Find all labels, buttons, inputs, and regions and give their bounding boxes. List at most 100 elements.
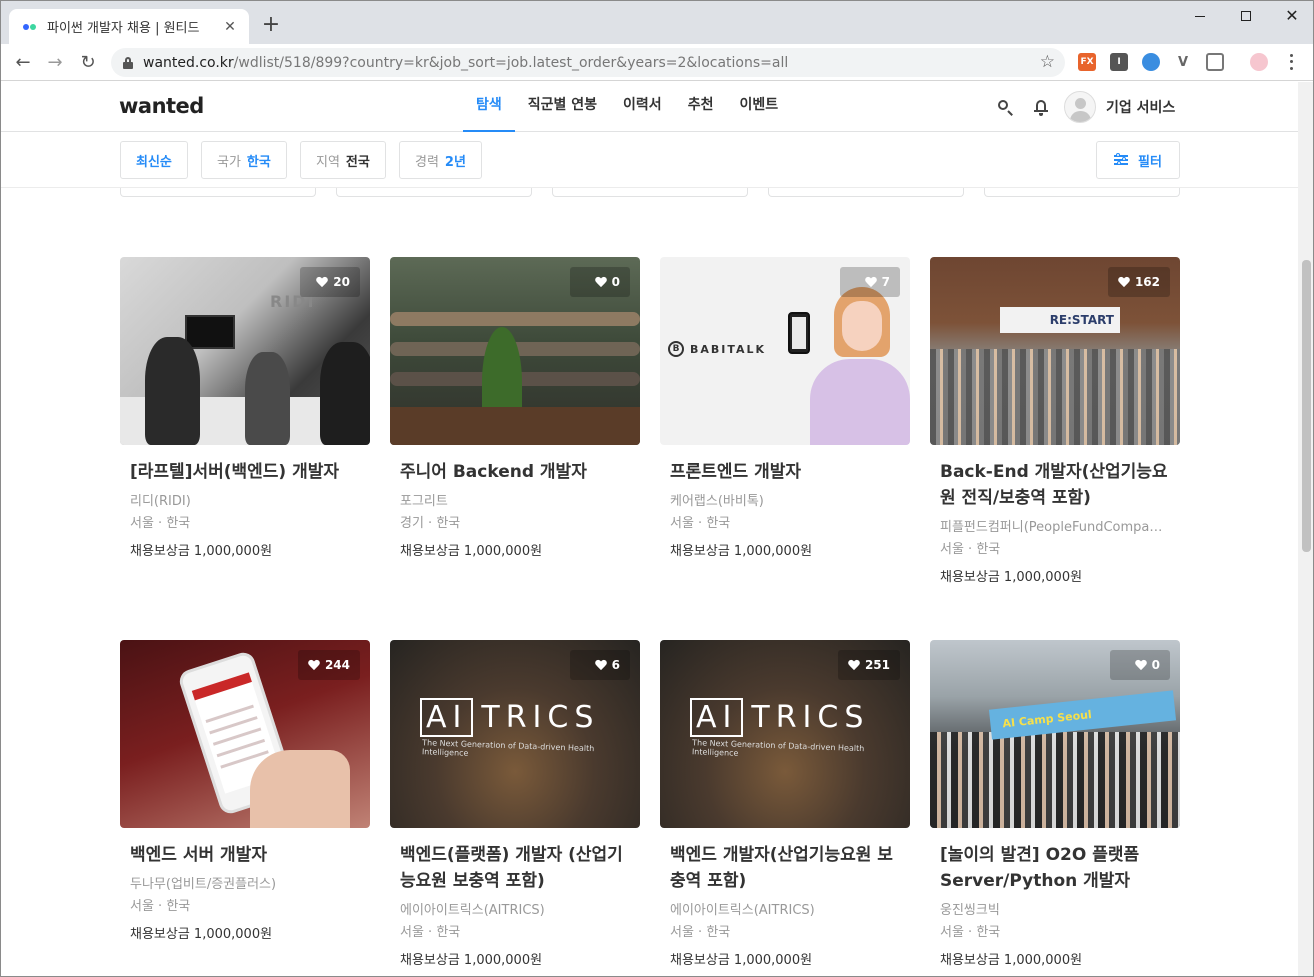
- aitrics-logo: AI TRICS: [690, 698, 869, 737]
- profile-avatar-icon[interactable]: [1250, 53, 1268, 71]
- like-count: 0: [1151, 658, 1160, 672]
- job-card[interactable]: 0 주니어 Backend 개발자 포그리트 경기 · 한국 채용보상금 1,0…: [390, 257, 640, 561]
- reload-button[interactable]: ↻: [76, 50, 100, 74]
- close-tab-icon[interactable]: ✕: [221, 19, 239, 35]
- extension-globe-icon[interactable]: [1142, 53, 1160, 71]
- nav-resume[interactable]: 이력서: [610, 82, 675, 132]
- extension-fx-icon[interactable]: FX: [1078, 53, 1096, 71]
- tag-stub[interactable]: [552, 188, 748, 197]
- like-badge[interactable]: 0: [570, 267, 630, 297]
- tag-stub[interactable]: [336, 188, 532, 197]
- job-card[interactable]: AI Camp Seoul 0 [놀이의 발견] O2O 플랫폼 Server/…: [930, 640, 1180, 970]
- job-card[interactable]: AI TRICS The Next Generation of Data-driv…: [660, 640, 910, 970]
- heart-icon: [848, 660, 860, 671]
- heart-icon: [308, 660, 320, 671]
- tag-stub[interactable]: [984, 188, 1180, 197]
- heart-icon: [865, 277, 877, 288]
- url-path: /wdlist/518/899?country=kr&job_sort=job.…: [233, 54, 789, 71]
- address-bar[interactable]: wanted.co.kr/wdlist/518/899?country=kr&j…: [111, 48, 1065, 77]
- url-host: wanted.co.kr: [143, 54, 234, 71]
- career-label: 경력: [415, 154, 439, 170]
- filter-button[interactable]: 필터: [1096, 141, 1180, 179]
- like-count: 7: [881, 275, 890, 289]
- career-filter[interactable]: 경력 2년: [399, 141, 482, 179]
- like-badge[interactable]: 20: [300, 267, 360, 297]
- like-badge[interactable]: 244: [297, 650, 360, 680]
- job-reward: 채용보상금 1,000,000원: [400, 544, 543, 559]
- like-badge[interactable]: 0: [1110, 650, 1170, 680]
- job-location: 경기 · 한국: [400, 516, 461, 531]
- company-name: 포그리트: [400, 494, 448, 509]
- job-location: 서울 · 한국: [670, 925, 731, 940]
- bookmark-star-icon[interactable]: ☆: [1040, 52, 1055, 72]
- job-card[interactable]: AI TRICS The Next Generation of Data-driv…: [390, 640, 640, 970]
- sort-button[interactable]: 최신순: [120, 141, 188, 179]
- nav-recommend[interactable]: 추천: [675, 82, 727, 132]
- job-card[interactable]: B BABITALK 7 프론트엔드 개발자 케어랩스(바비톡) 서울 · 한국 …: [660, 257, 910, 561]
- job-title: [놀이의 발견] O2O 플랫폼 Server/Python 개발자: [940, 845, 1140, 891]
- company-name: 두나무(업비트/증권플러스): [130, 877, 277, 892]
- job-reward: 채용보상금 1,000,000원: [130, 927, 273, 942]
- country-label: 국가: [217, 154, 241, 170]
- job-thumbnail: AI TRICS The Next Generation of Data-driv…: [660, 640, 910, 828]
- job-reward: 채용보상금 1,000,000원: [670, 544, 813, 559]
- region-filter[interactable]: 지역 전국: [300, 141, 386, 179]
- job-reward: 채용보상금 1,000,000원: [670, 953, 813, 968]
- like-badge[interactable]: 162: [1107, 267, 1170, 297]
- like-count: 251: [864, 658, 890, 672]
- wanted-logo[interactable]: wanted: [119, 94, 204, 118]
- extension-v-icon[interactable]: V: [1174, 53, 1192, 71]
- heart-icon: [595, 660, 607, 671]
- browser-window: 파이썬 개발자 채용 | 원티드 ✕ + ✕ ← → ↻ wanted.co.k…: [0, 0, 1314, 977]
- minimize-button[interactable]: [1177, 1, 1223, 31]
- extension-cast-icon[interactable]: [1206, 53, 1224, 71]
- bell-icon[interactable]: [1032, 98, 1050, 116]
- job-title: [라프텔]서버(백엔드) 개발자: [130, 462, 340, 482]
- job-location: 서울 · 한국: [670, 516, 731, 531]
- scrollbar-thumb[interactable]: [1302, 260, 1311, 552]
- country-filter[interactable]: 국가 한국: [201, 141, 287, 179]
- browser-tab[interactable]: 파이썬 개발자 채용 | 원티드 ✕: [9, 9, 249, 44]
- browser-menu-icon[interactable]: [1285, 52, 1297, 72]
- filter-label: 필터: [1138, 154, 1162, 170]
- business-service-link[interactable]: 기업 서비스: [1106, 97, 1175, 117]
- job-title: 백엔드 개발자(산업기능요원 보충역 포함): [670, 845, 893, 891]
- wanted-favicon-icon: [23, 19, 39, 35]
- tag-stub[interactable]: [120, 188, 316, 197]
- job-thumbnail: B BABITALK 7: [660, 257, 910, 445]
- nav-events[interactable]: 이벤트: [726, 82, 791, 132]
- nav-explore[interactable]: 탐색: [463, 82, 515, 132]
- aitrics-tagline: The Next Generation of Data-driven Healt…: [691, 738, 865, 758]
- like-count: 162: [1134, 275, 1160, 289]
- aitrics-logo: AI TRICS: [420, 698, 599, 737]
- maximize-button[interactable]: [1223, 1, 1269, 31]
- like-badge[interactable]: 251: [837, 650, 900, 680]
- company-name: 웅진씽크빅: [940, 903, 1000, 918]
- header-actions: 기업 서비스: [996, 82, 1175, 132]
- like-badge[interactable]: 7: [840, 267, 900, 297]
- like-badge[interactable]: 6: [570, 650, 630, 680]
- forward-button[interactable]: →: [43, 50, 67, 74]
- search-icon[interactable]: [996, 98, 1014, 116]
- filter-bar: 최신순 국가 한국 지역 전국 경력 2년 필터: [1, 132, 1298, 188]
- close-window-button[interactable]: ✕: [1269, 1, 1313, 31]
- company-name: 리디(RIDI): [130, 494, 191, 509]
- job-title: 백엔드 서버 개발자: [130, 845, 267, 865]
- company-name: 에이아이트릭스(AITRICS): [400, 903, 545, 918]
- new-tab-button[interactable]: +: [259, 13, 283, 37]
- page-scrollbar[interactable]: [1298, 82, 1313, 976]
- back-button[interactable]: ←: [11, 50, 35, 74]
- job-card[interactable]: RIDI 20 [라프텔]서버(백엔드) 개발자 리디(RIDI) 서울 · 한…: [120, 257, 370, 561]
- job-thumbnail: 244: [120, 640, 370, 828]
- like-count: 6: [611, 658, 620, 672]
- user-avatar[interactable]: [1064, 91, 1096, 123]
- tag-stub[interactable]: [768, 188, 964, 197]
- extension-info-icon[interactable]: I: [1110, 53, 1128, 71]
- job-thumbnail: 0: [390, 257, 640, 445]
- job-card[interactable]: RE:START 162 Back-End 개발자(산업기능요원 전직/보충역 …: [930, 257, 1180, 587]
- minimize-icon: [1195, 15, 1205, 17]
- nav-salary[interactable]: 직군별 연봉: [515, 82, 610, 132]
- job-thumbnail: AI Camp Seoul 0: [930, 640, 1180, 828]
- company-name: 피플펀드컴퍼니(PeopleFundCompany): [940, 520, 1170, 535]
- job-card[interactable]: 244 백엔드 서버 개발자 두나무(업비트/증권플러스) 서울 · 한국 채용…: [120, 640, 370, 944]
